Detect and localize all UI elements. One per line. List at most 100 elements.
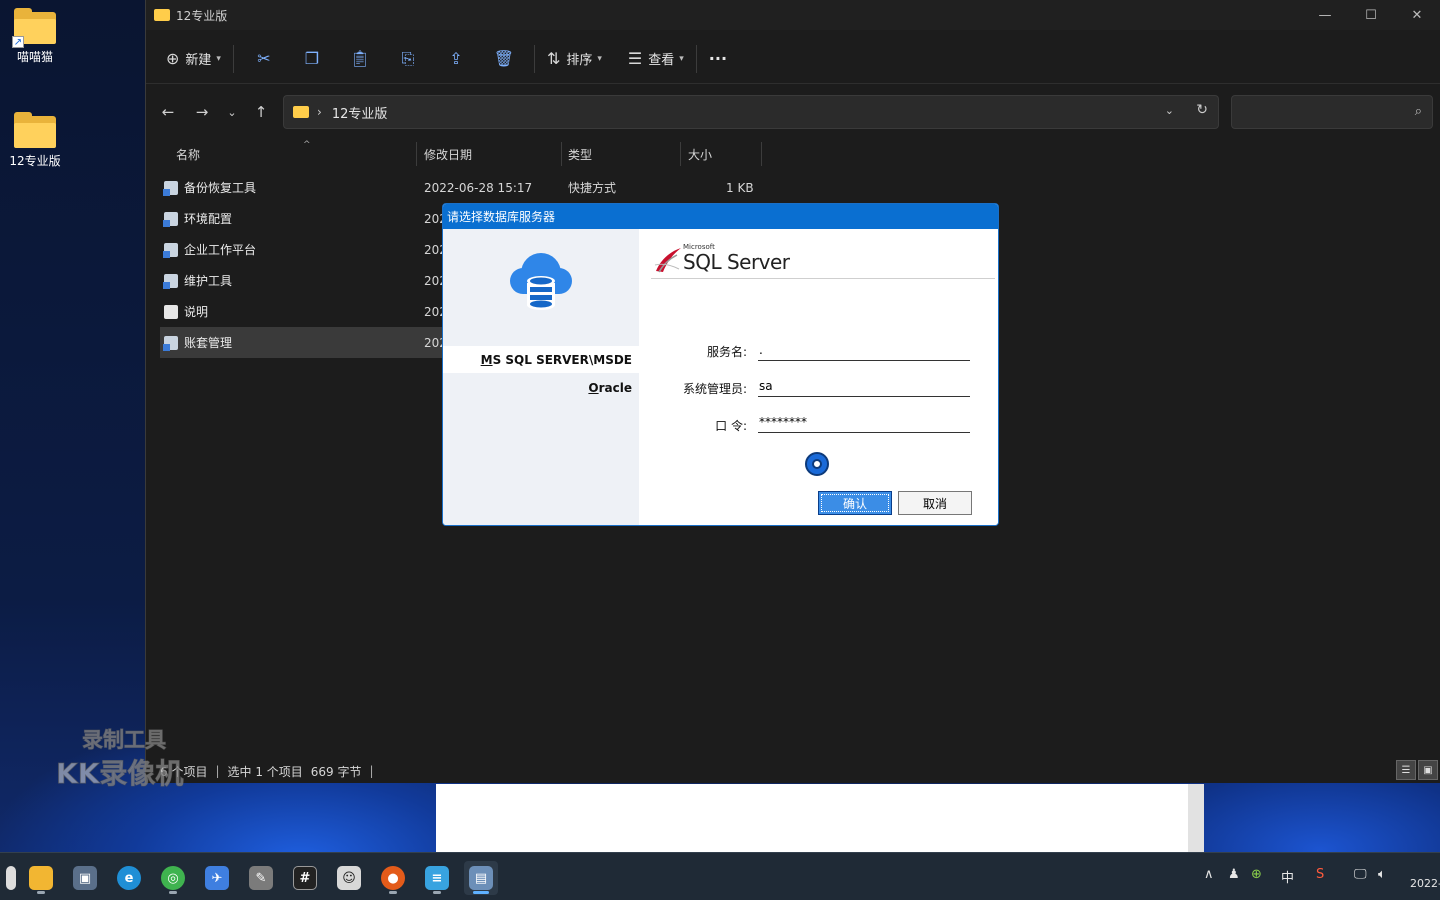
tab-mssql[interactable]: MS SQL SERVER\MSDE [443,346,639,373]
taskbar-app-8[interactable]: ☺ [332,861,366,895]
confirm-button[interactable]: 确认 [818,491,892,515]
copy-button[interactable]: ❐ [288,42,336,76]
tray-qq-icon[interactable]: ♟ [1228,867,1240,882]
file-name: 维护工具 [184,274,233,288]
close-button[interactable]: ✕ [1394,0,1440,30]
taskbar-app-2[interactable]: ▣ [68,861,102,895]
file-name: 说明 [184,305,209,319]
quill-icon: ✎ [249,866,273,890]
taskbar-app-6[interactable]: ✎ [244,861,278,895]
dialog-title: 请选择数据库服务器 [447,210,556,224]
recent-button[interactable]: ⌄ [218,99,246,125]
column-name[interactable]: 名称 [176,146,200,163]
plus-circle-icon: ⊕ [166,49,180,68]
shortcut-icon [163,273,178,289]
new-label: 新建 [185,53,212,68]
list-item[interactable]: 备份恢复工具 2022-06-28 15:17 快捷方式 1 KB [160,172,920,203]
breadcrumb[interactable]: 12专业版 [332,103,388,122]
tray-ime[interactable]: 中 [1281,867,1294,886]
shortcut-icon [163,242,178,258]
cut-button[interactable]: ✂ [240,42,288,76]
dialog-title-bar[interactable]: 请选择数据库服务器 [443,204,998,229]
server-name-label: 服务名: [706,345,747,359]
cancel-button[interactable]: 取消 [898,491,972,515]
tab-oracle[interactable]: Oracle [443,374,639,401]
sort-button[interactable]: ⇅ 排序 ▾ [541,42,608,76]
view-button[interactable]: ☰ 查看 ▾ [622,42,690,76]
taskbar-file-explorer[interactable] [24,861,58,895]
server-name-input[interactable]: . [758,343,970,361]
shortcut-icon [163,180,178,196]
taskbar-notepad[interactable]: ≡ [420,861,454,895]
grid-icon: # [293,866,317,890]
refresh-icon[interactable]: ↻ [1196,102,1208,118]
folder-icon [154,9,170,21]
database-icon: ▤ [469,866,493,890]
command-bar: ⊕ 新建 ▾ ✂ ❐ 📋︎ ⎘ ⇪ 🗑︎ ⇅ 排序 ▾ ☰ 查看 ▾ ··· [146,34,1440,84]
password-input[interactable]: ******** [758,415,970,433]
admin-input[interactable]: sa [758,379,970,397]
minimize-button[interactable]: — [1302,0,1348,30]
taskbar-app-7[interactable]: # [288,861,322,895]
desktop-icon-miaomiao[interactable]: ↗ 喵喵猫 [0,8,70,65]
column-type[interactable]: 类型 [568,146,592,163]
title-bar[interactable]: 12专业版 [146,0,1440,30]
forward-button[interactable]: → [188,99,216,125]
status-selected: 选中 1 个项目 [227,764,303,779]
delete-button[interactable]: 🗑︎ [480,42,528,76]
recorder-icon: ● [381,866,405,890]
more-dots-icon: ··· [708,49,728,68]
tray-sogou-icon[interactable]: S [1316,867,1324,882]
taskbar: ▣ e ◎ ✈ ✎ # ☺ ● ≡ ▤ ∧ ♟ ⊕ 中 S 🖵︎ 🔈︎ 2022… [0,852,1440,900]
desktop-icon-label: 12专业版 [9,154,61,168]
more-button[interactable]: ··· [703,42,733,76]
column-date[interactable]: 修改日期 [424,146,472,163]
background-window [436,784,1204,852]
list-item-selected[interactable]: 账套管理 202 [160,327,450,358]
tray-plus-icon[interactable]: ⊕ [1251,867,1262,882]
chevron-down-icon: ▾ [597,53,602,64]
panda-icon: ☺ [337,866,361,890]
paste-button[interactable]: 📋︎ [336,42,384,76]
taskbar-database-app[interactable]: ▤ [464,861,498,895]
watermark-line1: 录制工具 [82,728,167,753]
taskbar-clock[interactable]: 2022- [1410,877,1440,890]
dialog-main: Microsoft SQL Server 服务名: . 系统管理员: sa 口 … [639,229,998,525]
new-button[interactable]: ⊕ 新建 ▾ [160,42,227,76]
status-bar: 6 个项目 | 选中 1 个项目 669 字节 | ☰ ▣ [146,760,1440,782]
arrow-right-icon: → [195,103,209,121]
column-size[interactable]: 大小 [688,146,712,163]
shortcut-icon [163,211,178,227]
sort-icon: ⇅ [546,49,561,68]
list-view-icon: ☰ [627,49,643,68]
back-button[interactable]: ← [154,99,182,125]
taskbar-browser[interactable]: ◎ [156,861,190,895]
rename-button[interactable]: ⎘ [384,42,432,76]
share-button[interactable]: ⇪ [432,42,480,76]
tray-chevron-up-icon[interactable]: ∧ [1204,867,1214,882]
desktop-icon-12pro[interactable]: 12专业版 [0,112,70,169]
chevron-down-icon[interactable]: ⌄ [1165,104,1174,117]
taskbar-app-5[interactable]: ✈ [200,861,234,895]
taskbar-app-9[interactable]: ● [376,861,410,895]
tray-network-icon[interactable]: 🖵︎ [1354,867,1367,882]
sql-server-icon [654,248,681,273]
window-title: 12专业版 [176,8,228,23]
tiles-view-button[interactable]: ▣ [1418,760,1438,780]
details-view-button[interactable]: ☰ [1396,760,1416,780]
scrollbar[interactable] [1188,784,1204,852]
trash-icon: 🗑︎ [493,49,515,68]
tray-volume-icon[interactable]: 🔈︎ [1378,867,1386,882]
chevron-down-icon: ⌄ [227,105,237,119]
address-bar[interactable]: › 12专业版 ⌄ ↻ [283,95,1219,129]
sort-label: 排序 [566,53,593,68]
chevron-right-icon: › [317,105,322,119]
file-type: 快捷方式 [568,181,617,195]
search-icon: ⌕ [1414,104,1422,119]
maximize-button[interactable]: ☐ [1348,0,1394,30]
arrow-up-icon: ↑ [254,103,268,121]
taskbar-edge[interactable]: e [112,861,146,895]
search-input[interactable]: ⌕ [1231,95,1433,129]
up-button[interactable]: ↑ [247,99,275,125]
file-date: 2022-06-28 15:17 [424,180,533,195]
